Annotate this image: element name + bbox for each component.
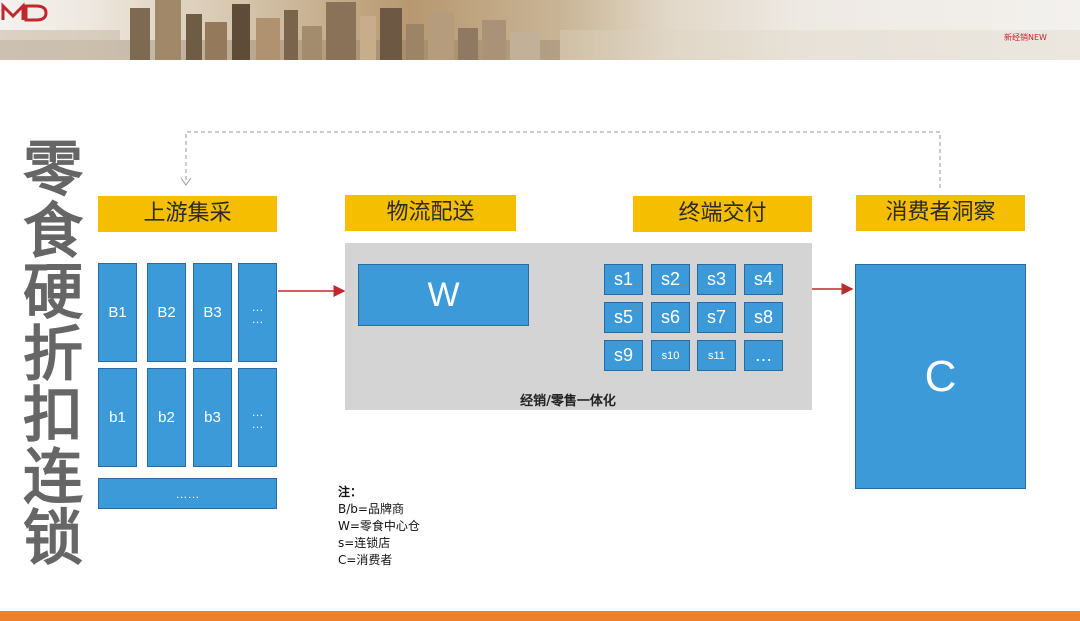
brand-block: B3 bbox=[193, 263, 232, 362]
brand-block: B2 bbox=[147, 263, 186, 362]
store-block: s8 bbox=[744, 302, 783, 333]
brand-block: b2 bbox=[147, 368, 186, 467]
consumer-block: C bbox=[855, 264, 1026, 489]
note-heading: 注： bbox=[338, 485, 363, 499]
ellipsis-text: … bbox=[251, 311, 264, 326]
note-line: W=零食中心仓 bbox=[338, 519, 420, 533]
store-block: s6 bbox=[651, 302, 690, 333]
store-block: s1 bbox=[604, 264, 643, 295]
feedback-dashed-line bbox=[185, 131, 941, 188]
store-block: s2 bbox=[651, 264, 690, 295]
brand-block: b3 bbox=[193, 368, 232, 467]
warehouse-block: W bbox=[358, 264, 529, 326]
stage-terminal-label: 终端交付 bbox=[633, 196, 812, 232]
legend-note: 注： B/b=品牌商 W=零食中心仓 s=连锁店 C=消费者 bbox=[338, 484, 420, 569]
store-block: s3 bbox=[697, 264, 736, 295]
stage-logistics-label: 物流配送 bbox=[345, 195, 516, 231]
brand-block: b1 bbox=[98, 368, 137, 467]
brand-more-bar: …… bbox=[98, 478, 277, 509]
store-more-block: … bbox=[744, 340, 783, 371]
ellipsis-text: … bbox=[251, 416, 264, 431]
store-block: s9 bbox=[604, 340, 643, 371]
ellipsis-text: … bbox=[251, 404, 264, 419]
store-block: s4 bbox=[744, 264, 783, 295]
store-block: s10 bbox=[651, 340, 690, 371]
store-block: s11 bbox=[697, 340, 736, 371]
panel-label: 经销/零售一体化 bbox=[520, 394, 616, 409]
bottom-accent-bar bbox=[0, 611, 1080, 621]
brand-more-block: … … bbox=[238, 263, 277, 362]
stage-upstream-label: 上游集采 bbox=[98, 196, 277, 232]
note-line: s=连锁店 bbox=[338, 536, 391, 550]
note-line: B/b=品牌商 bbox=[338, 502, 404, 516]
note-line: C=消费者 bbox=[338, 553, 393, 567]
store-block: s5 bbox=[604, 302, 643, 333]
brand-block: B1 bbox=[98, 263, 137, 362]
stage-consumer-label: 消费者洞察 bbox=[856, 195, 1025, 231]
store-block: s7 bbox=[697, 302, 736, 333]
brand-more-block: … … bbox=[238, 368, 277, 467]
ellipsis-text: … bbox=[251, 299, 264, 314]
